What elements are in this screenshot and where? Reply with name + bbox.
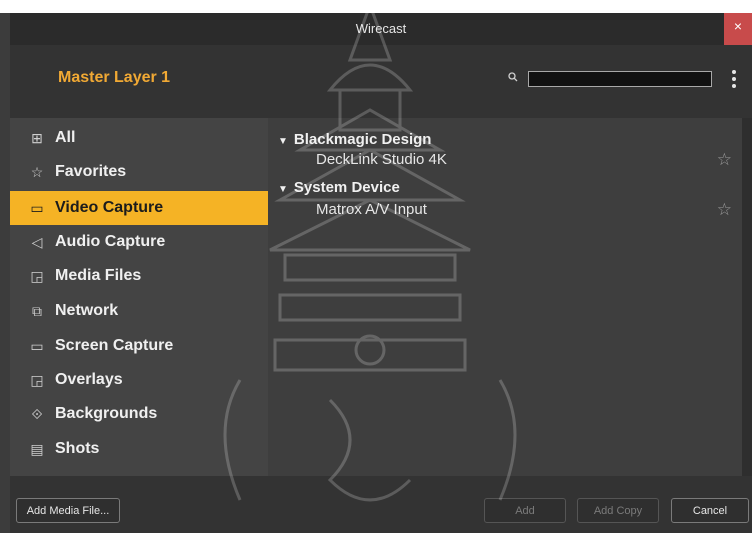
scrollbar[interactable] — [742, 118, 752, 476]
sidebar-item-video-capture[interactable]: ▭ Video Capture — [10, 191, 268, 225]
sidebar-item-media-files[interactable]: ◲ Media Files — [10, 259, 268, 293]
sidebar: ⊞ All ☆ Favorites ▭ Video Capture ◁ Audi… — [10, 118, 268, 476]
monitor-icon: ▭ — [30, 337, 44, 354]
sidebar-item-all[interactable]: ⊞ All — [10, 121, 268, 155]
sidebar-item-favorites[interactable]: ☆ Favorites — [10, 155, 268, 189]
sidebar-item-label: All — [55, 129, 76, 146]
overlays-icon: ◲ — [30, 371, 44, 388]
window-top-strip — [0, 0, 752, 13]
sidebar-item-label: Shots — [55, 440, 100, 457]
search-icon — [508, 72, 518, 85]
sidebar-item-label: Audio Capture — [55, 233, 166, 250]
device-item[interactable]: Matrox A/V Input — [316, 201, 427, 218]
add-media-file-button[interactable]: Add Media File... — [16, 498, 120, 523]
sidebar-item-label: Network — [55, 302, 119, 319]
sidebar-item-label: Video Capture — [55, 199, 164, 216]
group-label: Blackmagic Design — [293, 131, 432, 148]
more-options-icon[interactable] — [729, 69, 739, 89]
title-bar: Wirecast × — [10, 13, 752, 45]
footer: Add Media File... Add Add Copy Cancel — [10, 476, 752, 533]
group-header-system-device[interactable]: ▼ System Device — [278, 179, 400, 196]
sidebar-item-screen-capture[interactable]: ▭ Screen Capture — [10, 329, 268, 363]
media-files-icon: ◲ — [30, 267, 44, 284]
expand-triangle-icon: ▼ — [278, 136, 288, 147]
add-copy-button[interactable]: Add Copy — [577, 498, 659, 523]
shots-icon: ▤ — [30, 440, 44, 457]
group-header-blackmagic[interactable]: ▼ Blackmagic Design — [278, 131, 431, 148]
sidebar-item-label: Favorites — [55, 163, 127, 180]
layer-title: Master Layer 1 — [58, 69, 171, 86]
camera-icon: ▭ — [30, 199, 44, 216]
speaker-icon: ◁ — [31, 233, 43, 250]
sidebar-item-label: Backgrounds — [55, 405, 158, 422]
sidebar-item-backgrounds[interactable]: ⟐ Backgrounds — [10, 397, 268, 431]
star-icon: ☆ — [30, 163, 44, 180]
window-title: Wirecast — [355, 21, 407, 36]
grid-icon: ⊞ — [31, 129, 43, 146]
header: Master Layer 1 — [10, 45, 752, 118]
sidebar-item-label: Screen Capture — [55, 337, 174, 354]
sidebar-item-shots[interactable]: ▤ Shots — [10, 432, 268, 466]
network-icon: ⧉ — [32, 302, 42, 319]
sidebar-item-label: Media Files — [55, 267, 142, 284]
sidebar-item-overlays[interactable]: ◲ Overlays — [10, 363, 268, 397]
sidebar-item-audio-capture[interactable]: ◁ Audio Capture — [10, 225, 268, 259]
favorite-star-icon[interactable]: ☆ — [717, 200, 732, 220]
expand-triangle-icon: ▼ — [278, 184, 288, 195]
sidebar-item-network[interactable]: ⧉ Network — [10, 294, 268, 328]
group-label: System Device — [293, 179, 400, 196]
favorite-star-icon[interactable]: ☆ — [717, 150, 732, 170]
search-input[interactable] — [528, 71, 712, 87]
layers-icon: ⟐ — [31, 405, 43, 422]
source-list: ▼ Blackmagic Design DeckLink Studio 4K ☆ … — [268, 118, 742, 476]
device-item[interactable]: DeckLink Studio 4K — [316, 151, 447, 168]
add-button[interactable]: Add — [484, 498, 566, 523]
cancel-button[interactable]: Cancel — [671, 498, 749, 523]
sidebar-item-label: Overlays — [55, 371, 123, 388]
close-button[interactable]: × — [724, 13, 752, 45]
